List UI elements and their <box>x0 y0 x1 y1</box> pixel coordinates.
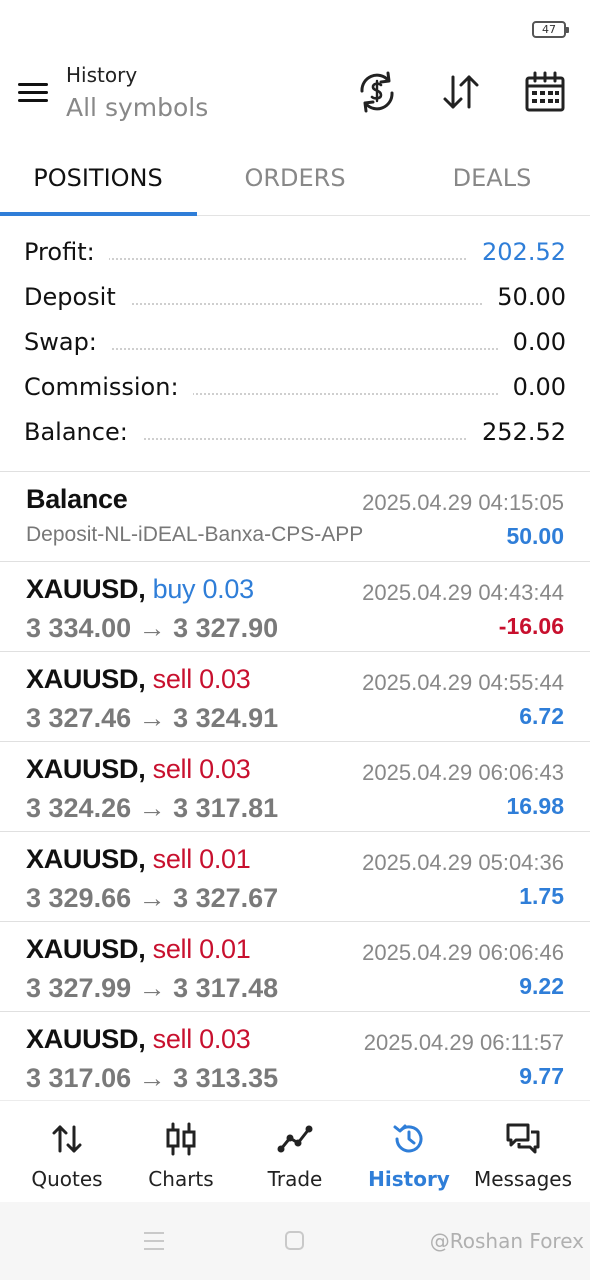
item-prices: 3 317.06 → 3 313.35 <box>26 1063 279 1093</box>
trade-direction: sell 0.03 <box>152 754 251 784</box>
chat-bubbles-icon <box>506 1123 540 1154</box>
recent-apps-button[interactable] <box>144 1232 164 1250</box>
deposit-label: Deposit <box>24 283 130 311</box>
item-prices: 3 334.00 → 3 327.90 <box>26 613 279 643</box>
app-header: History All symbols <box>0 55 590 135</box>
system-navigation-bar: @Roshan Forex <box>0 1202 590 1280</box>
nav-quotes[interactable]: Quotes <box>8 1101 126 1203</box>
item-time: 2025.04.29 05:04:36 <box>362 850 564 875</box>
trade-direction: sell 0.01 <box>152 844 251 874</box>
trade-direction: sell 0.01 <box>152 934 251 964</box>
item-profit: 6.72 <box>519 703 564 729</box>
symbol-name: XAUUSD, <box>26 664 146 694</box>
list-item-position[interactable]: XAUUSD, sell 0.03 3 324.26 → 3 317.81 20… <box>0 742 590 832</box>
home-button[interactable] <box>285 1231 304 1250</box>
bottom-navigation: Quotes Charts Trade History Messages <box>0 1100 590 1202</box>
history-clock-icon <box>393 1124 423 1153</box>
nav-label: Trade <box>267 1167 323 1191</box>
balance-value: 252.52 <box>468 418 566 446</box>
item-symbol: XAUUSD, sell 0.01 <box>26 934 251 965</box>
list-item-position[interactable]: XAUUSD, buy 0.03 3 334.00 → 3 327.90 202… <box>0 562 590 652</box>
item-profit: 16.98 <box>506 793 564 819</box>
active-tab-indicator <box>0 212 197 216</box>
trade-direction: buy 0.03 <box>152 574 254 604</box>
item-profit: -16.06 <box>498 613 564 639</box>
tab-deals[interactable]: DEALS <box>394 146 590 216</box>
list-item-position[interactable]: XAUUSD, sell 0.01 3 327.99 → 3 317.48 20… <box>0 922 590 1012</box>
item-time: 2025.04.29 04:43:44 <box>362 580 564 605</box>
item-prices: 3 327.46 → 3 324.91 <box>26 703 279 733</box>
swap-label: Swap: <box>24 328 111 356</box>
nav-charts[interactable]: Charts <box>122 1101 240 1203</box>
item-symbol: XAUUSD, sell 0.03 <box>26 1024 251 1055</box>
item-prices: 3 327.99 → 3 317.48 <box>26 973 279 1003</box>
commission-label: Commission: <box>24 373 193 401</box>
item-time: 2025.04.29 06:06:43 <box>362 760 564 785</box>
account-summary: Profit: 202.52 Deposit 50.00 Swap: 0.00 … <box>0 230 590 455</box>
list-item-balance[interactable]: Balance Deposit-NL-iDEAL-Banxa-CPS-APP 2… <box>0 472 590 562</box>
item-symbol: XAUUSD, sell 0.01 <box>26 844 251 875</box>
summary-deposit-row: Deposit 50.00 <box>0 275 590 320</box>
profit-label: Profit: <box>24 238 109 266</box>
nav-history[interactable]: History <box>350 1101 468 1203</box>
symbol-name: XAUUSD, <box>26 1024 146 1054</box>
page-title: History <box>66 63 138 87</box>
list-item-position[interactable]: XAUUSD, sell 0.03 3 317.06 → 3 313.35 20… <box>0 1012 590 1102</box>
item-time: 2025.04.29 04:15:05 <box>362 490 564 515</box>
summary-swap-row: Swap: 0.00 <box>0 320 590 365</box>
nav-trade[interactable]: Trade <box>236 1101 354 1203</box>
item-symbol: XAUUSD, sell 0.03 <box>26 664 251 695</box>
nav-label: Quotes <box>31 1167 103 1191</box>
trend-line-icon <box>277 1125 313 1153</box>
nav-label: Charts <box>148 1167 214 1191</box>
calendar-icon[interactable] <box>522 69 568 115</box>
item-profit: 1.75 <box>519 883 564 909</box>
balance-label: Balance: <box>24 418 142 446</box>
battery-icon: 47 <box>532 21 569 38</box>
symbol-name: XAUUSD, <box>26 934 146 964</box>
summary-commission-row: Commission: 0.00 <box>0 365 590 410</box>
item-prices: 3 324.26 → 3 317.81 <box>26 793 279 823</box>
positions-list: Balance Deposit-NL-iDEAL-Banxa-CPS-APP 2… <box>0 471 590 1102</box>
sort-icon[interactable] <box>438 69 484 115</box>
candlestick-icon <box>166 1122 196 1156</box>
hamburger-menu-button[interactable] <box>14 75 54 109</box>
item-profit: 9.77 <box>519 1063 564 1089</box>
trade-direction: sell 0.03 <box>152 1024 251 1054</box>
watermark-text: @Roshan Forex <box>429 1229 584 1253</box>
history-tabs: POSITIONS ORDERS DEALS <box>0 146 590 216</box>
profit-value: 202.52 <box>468 238 566 266</box>
item-profit: 9.22 <box>519 973 564 999</box>
symbol-name: XAUUSD, <box>26 844 146 874</box>
trade-direction: sell 0.03 <box>152 664 251 694</box>
quotes-arrows-icon <box>52 1125 82 1153</box>
nav-label: History <box>368 1167 450 1191</box>
swap-value: 0.00 <box>498 328 566 356</box>
list-item-position[interactable]: XAUUSD, sell 0.03 3 327.46 → 3 324.91 20… <box>0 652 590 742</box>
item-time: 2025.04.29 06:11:57 <box>363 1030 564 1055</box>
currency-exchange-icon[interactable] <box>354 69 400 115</box>
commission-value: 0.00 <box>498 373 566 401</box>
symbol-name: XAUUSD, <box>26 754 146 784</box>
item-time: 2025.04.29 04:55:44 <box>362 670 564 695</box>
deposit-value: 50.00 <box>483 283 566 311</box>
list-item-position[interactable]: XAUUSD, sell 0.01 3 329.66 → 3 327.67 20… <box>0 832 590 922</box>
symbol-name: XAUUSD, <box>26 574 146 604</box>
balance-title: Balance <box>26 484 128 514</box>
item-amount: 50.00 <box>506 523 564 549</box>
item-symbol: XAUUSD, buy 0.03 <box>26 574 254 605</box>
status-bar: 47 <box>0 0 590 48</box>
tab-orders[interactable]: ORDERS <box>197 146 393 216</box>
summary-balance-row: Balance: 252.52 <box>0 410 590 455</box>
balance-comment: Deposit-NL-iDEAL-Banxa-CPS-APP <box>26 523 364 546</box>
item-prices: 3 329.66 → 3 327.67 <box>26 883 279 913</box>
item-time: 2025.04.29 06:06:46 <box>362 940 564 965</box>
summary-profit-row: Profit: 202.52 <box>0 230 590 275</box>
symbol-filter[interactable]: All symbols <box>66 93 208 122</box>
tab-positions[interactable]: POSITIONS <box>0 146 196 216</box>
item-symbol: XAUUSD, sell 0.03 <box>26 754 251 785</box>
nav-label: Messages <box>473 1167 573 1191</box>
nav-messages[interactable]: Messages <box>464 1101 582 1203</box>
